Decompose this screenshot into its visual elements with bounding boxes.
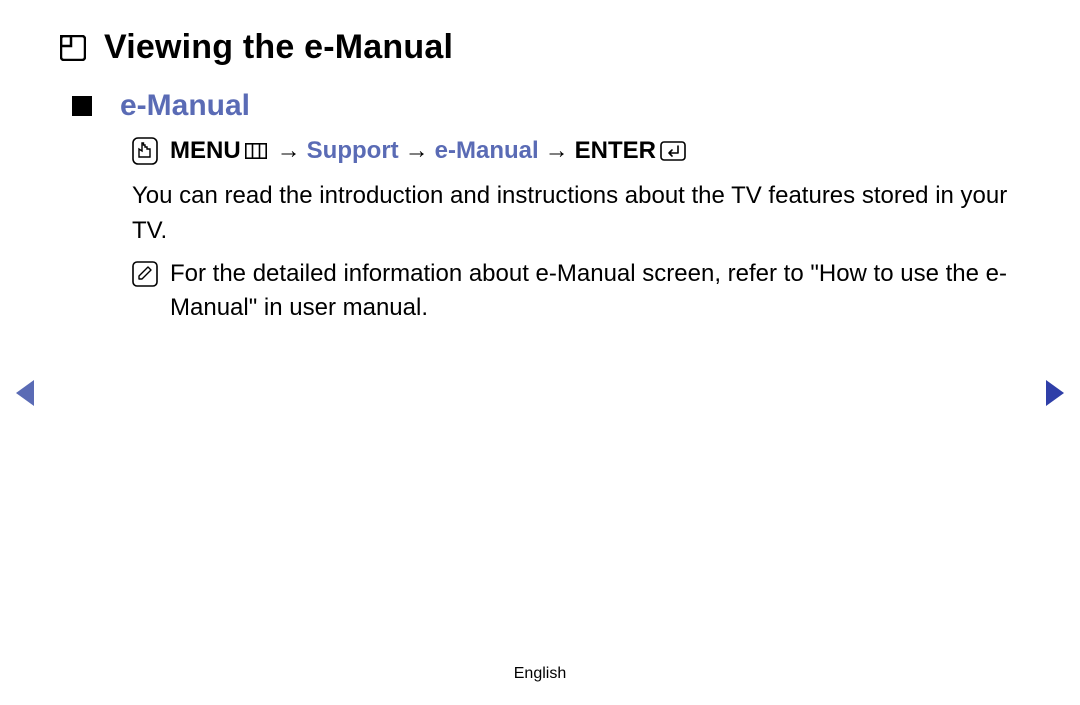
footer-language: English — [0, 665, 1080, 683]
nav-next-button[interactable] — [1044, 378, 1068, 413]
body-text: You can read the introduction and instru… — [132, 179, 1020, 249]
content-block: MENU → Support → e-Manual → ENTER You ca… — [132, 137, 1020, 326]
nav-arrow-1: → — [277, 137, 301, 165]
section-tab-icon — [60, 35, 86, 61]
nav-prev-icon — [12, 378, 36, 408]
section-subtitle: e-Manual — [120, 89, 250, 123]
hand-pointer-icon — [132, 137, 158, 165]
nav-support: Support — [307, 137, 399, 165]
nav-enter-label: ENTER — [575, 137, 656, 165]
nav-emanual: e-Manual — [435, 137, 539, 165]
nav-prev-button[interactable] — [12, 378, 36, 413]
title-row: Viewing the e-Manual — [60, 28, 1020, 67]
nav-next-icon — [1044, 378, 1068, 408]
nav-arrow-2: → — [405, 137, 429, 165]
nav-menu-label: MENU — [170, 137, 241, 165]
enter-button-icon — [660, 141, 686, 161]
page-title: Viewing the e-Manual — [104, 28, 453, 67]
note-row: For the detailed information about e-Man… — [132, 257, 1020, 327]
note-text: For the detailed information about e-Man… — [170, 257, 1020, 327]
nav-arrow-3: → — [545, 137, 569, 165]
navigation-path: MENU → Support → e-Manual → ENTER — [132, 137, 1020, 165]
subtitle-row: e-Manual — [72, 89, 1020, 123]
page-content: Viewing the e-Manual e-Manual MENU → Sup… — [0, 0, 1080, 326]
menu-button-icon — [245, 143, 267, 159]
square-bullet-icon — [72, 96, 92, 116]
pencil-note-icon — [132, 261, 158, 287]
